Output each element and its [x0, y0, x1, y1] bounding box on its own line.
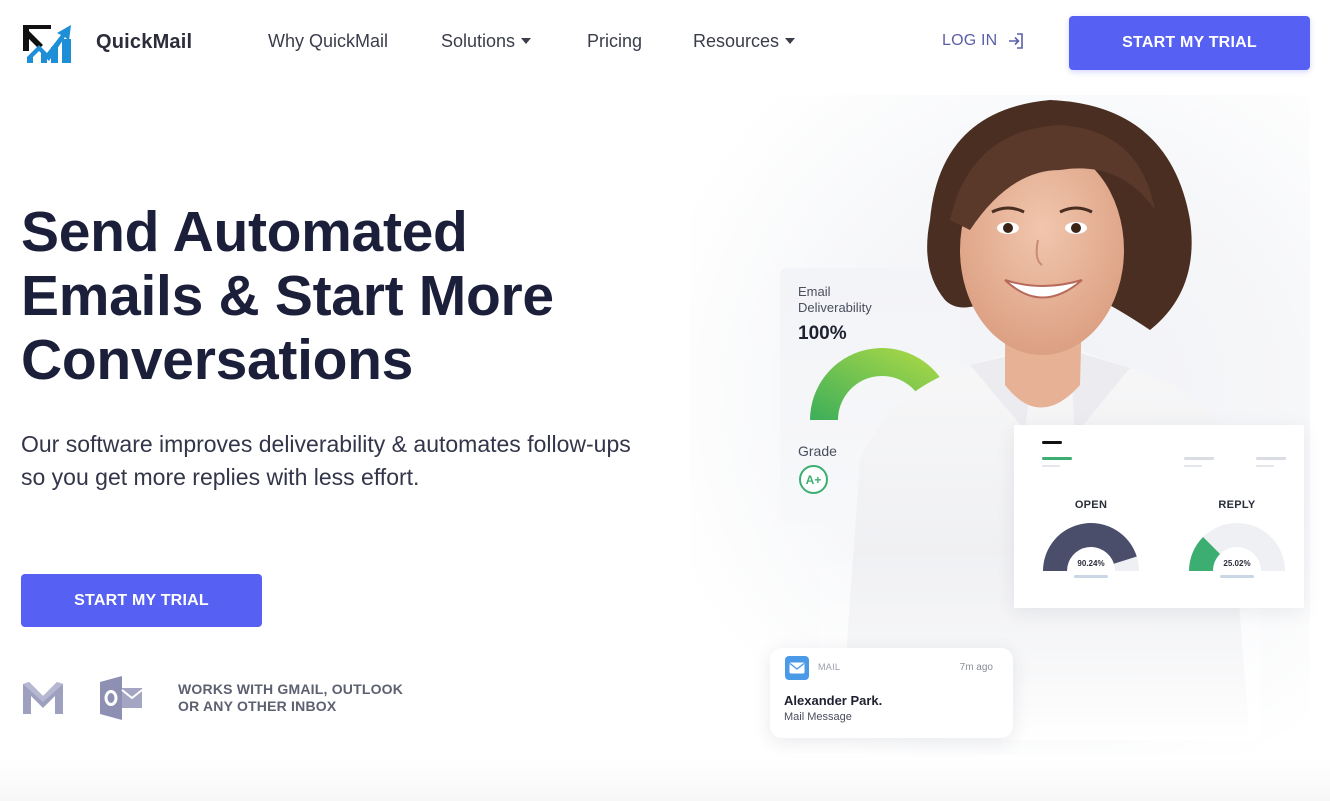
nav-why-quickmail[interactable]: Why QuickMail: [268, 31, 388, 52]
hero-title-line: Emails & Start More: [21, 264, 554, 328]
nav-label: Solutions: [441, 31, 516, 51]
caret-down-icon: [785, 37, 796, 44]
stats-tab-sub: [1256, 465, 1274, 467]
login-link[interactable]: LOG IN: [942, 32, 1025, 50]
section-bottom-fade: [0, 760, 1330, 801]
outlook-icon: [100, 676, 143, 720]
stat-value: 25.02%: [1223, 559, 1251, 568]
stats-card-title-dash: [1042, 441, 1062, 444]
brand-name[interactable]: QuickMail: [96, 31, 192, 54]
stats-tab[interactable]: [1184, 457, 1214, 460]
quickmail-logo-icon: [21, 23, 73, 63]
stat-label: OPEN: [1074, 499, 1108, 511]
hero-title-line: Send Automated: [21, 200, 468, 264]
login-label: LOG IN: [942, 32, 998, 49]
hero-title-line: Conversations: [21, 328, 414, 392]
nav-pricing[interactable]: Pricing: [587, 31, 642, 52]
stat-label: REPLY: [1218, 499, 1256, 511]
hero-title: Send Automated Emails & Start More Conve…: [21, 200, 661, 392]
nav-solutions[interactable]: Solutions: [441, 31, 532, 52]
works-with-line: OR ANY OTHER INBOX: [178, 698, 337, 714]
hero-subtitle: Our software improves deliverability & a…: [21, 431, 631, 490]
nav-label: Resources: [693, 31, 780, 51]
caret-down-icon: [521, 37, 532, 44]
start-trial-button-hero[interactable]: START MY TRIAL: [21, 574, 262, 627]
mail-app-label: MAIL: [818, 662, 841, 672]
email-stats-card: OPEN 90.24% REPLY 25.02%: [1014, 425, 1304, 608]
works-with-text: WORKS WITH GMAIL, OUTLOOK OR ANY OTHER I…: [178, 681, 403, 715]
stat-underline: [1220, 575, 1254, 578]
logo[interactable]: [21, 23, 73, 63]
integrations-row: WORKS WITH GMAIL, OUTLOOK OR ANY OTHER I…: [21, 676, 403, 720]
nav-label: Pricing: [587, 31, 643, 51]
stat-underline: [1074, 575, 1108, 578]
mail-sender: Alexander Park.: [784, 693, 883, 708]
mail-timestamp: 7m ago: [959, 662, 993, 673]
stats-tab-sub: [1184, 465, 1202, 467]
stat-open: OPEN 90.24%: [1036, 499, 1146, 578]
stat-reply: REPLY 25.02%: [1182, 499, 1292, 578]
nav-label: Why QuickMail: [268, 31, 389, 51]
mail-subject: Mail Message: [784, 711, 852, 723]
start-trial-button-header[interactable]: START MY TRIAL: [1069, 16, 1310, 70]
stats-tab-sub: [1042, 465, 1060, 467]
mail-notification[interactable]: MAIL 7m ago Alexander Park. Mail Message: [770, 648, 1013, 738]
nav-resources[interactable]: Resources: [693, 31, 796, 52]
mail-envelope-icon: [785, 656, 809, 680]
site-header: QuickMail Why QuickMail Solutions Pricin…: [0, 0, 1330, 86]
works-with-line: WORKS WITH GMAIL, OUTLOOK: [178, 681, 404, 697]
sign-in-arrow-icon: [1009, 33, 1024, 49]
gmail-icon: [23, 682, 63, 714]
stat-value: 90.24%: [1077, 559, 1105, 568]
stats-tab-active[interactable]: [1042, 457, 1072, 460]
woman-portrait-image: [820, 100, 1260, 740]
stats-tab[interactable]: [1256, 457, 1286, 460]
